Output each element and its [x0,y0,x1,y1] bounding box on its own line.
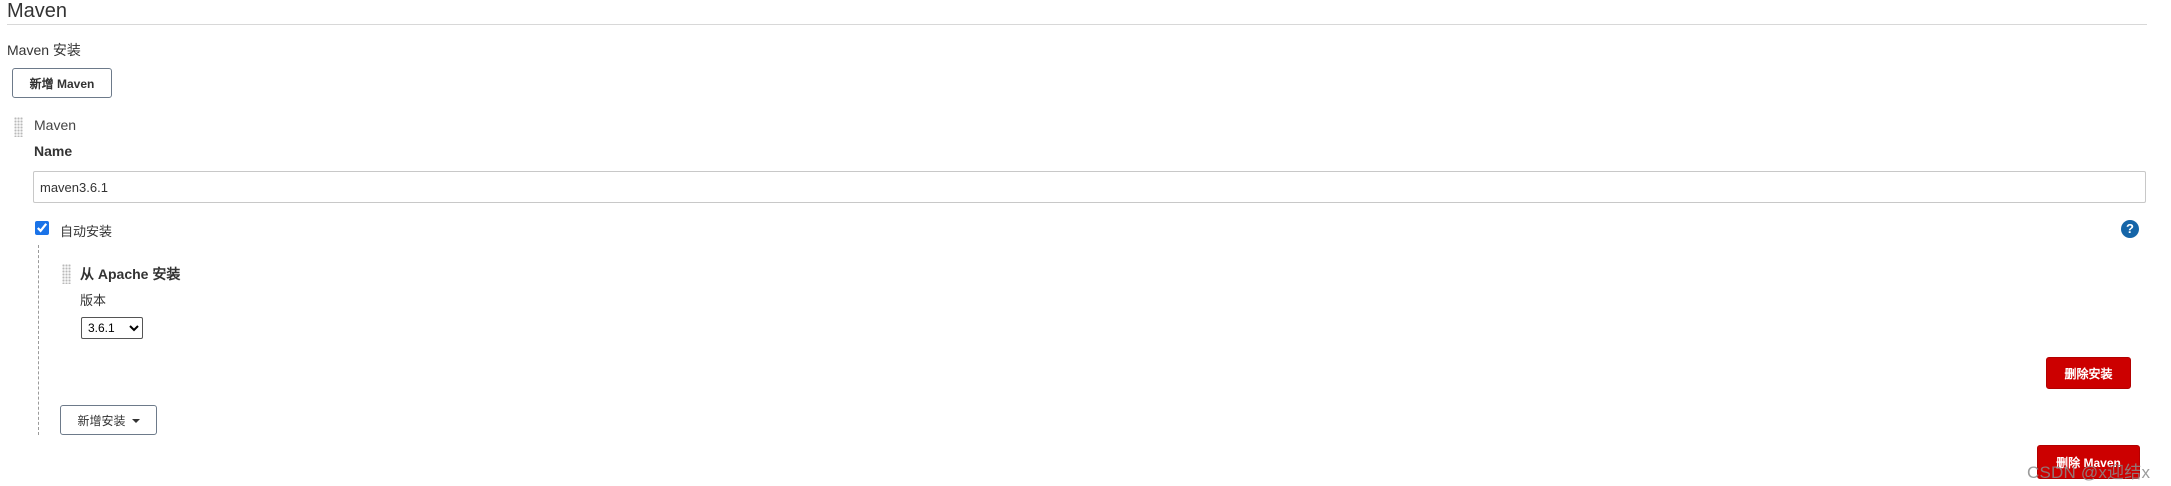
drag-handle-icon[interactable] [62,264,71,284]
section-title: Maven [7,0,68,22]
name-label: Name [34,143,73,159]
delete-install-button[interactable]: 删除安装 [2046,357,2131,389]
version-label: 版本 [80,293,107,308]
maven-install-label: Maven 安装 [7,42,81,58]
maven-entry-heading: Maven [34,117,77,133]
caret-down-icon [131,419,140,424]
version-select[interactable]: 3.6.1 [81,317,143,339]
drag-handle-icon[interactable] [14,117,23,137]
add-install-label: 新增安装 [77,413,126,428]
installer-title: 从 Apache 安装 [80,266,181,282]
installer-dashed-border [38,245,39,435]
add-maven-button[interactable]: 新增 Maven [12,68,112,98]
section-divider [7,24,2147,25]
add-install-button[interactable]: 新增安装 [60,405,157,435]
delete-maven-button[interactable]: 删除 Maven [2037,445,2140,479]
name-input[interactable] [33,171,2146,203]
help-icon[interactable]: ? [2121,220,2139,238]
auto-install-label: 自动安装 [60,224,113,239]
auto-install-checkbox[interactable] [35,221,49,235]
